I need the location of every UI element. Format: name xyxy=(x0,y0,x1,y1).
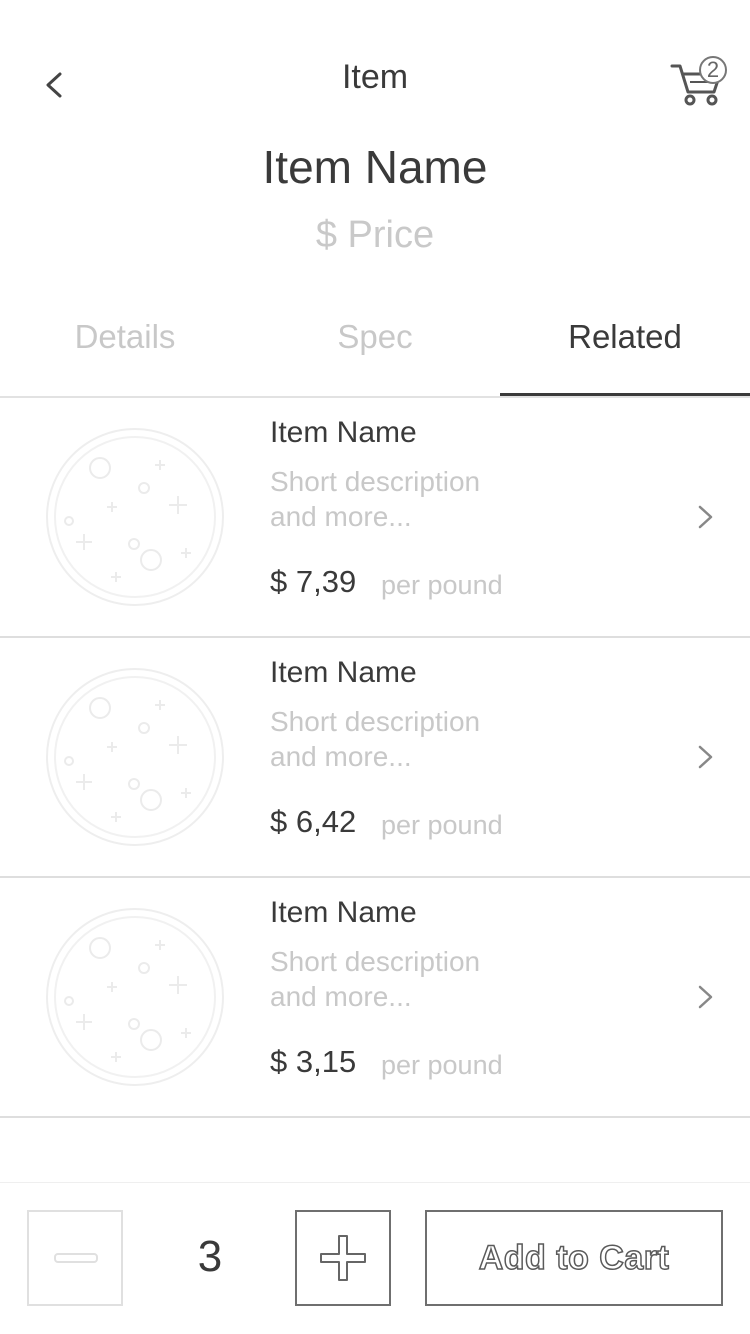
related-item-name: Item Name xyxy=(270,896,417,929)
related-item-name: Item Name xyxy=(270,416,417,449)
list-item[interactable]: Item Name Short description and more... … xyxy=(0,398,750,638)
related-item-name: Item Name xyxy=(270,656,417,689)
related-item-unit: per pound xyxy=(381,570,503,600)
related-item-price: $ 6,42 xyxy=(270,804,357,839)
quantity-value: 3 xyxy=(197,1232,223,1281)
related-item-description: Short description and more... xyxy=(270,946,481,1012)
related-item-unit: per pound xyxy=(381,1050,503,1080)
cart-button[interactable]: 2 xyxy=(668,52,732,110)
item-name: Item Name xyxy=(262,141,488,193)
increase-quantity-button[interactable] xyxy=(295,1210,391,1306)
related-item-unit: per pound xyxy=(381,810,503,840)
related-item-price: $ 3,15 xyxy=(270,1044,357,1079)
related-item-description: Short description and more... xyxy=(270,706,481,772)
chevron-right-icon xyxy=(698,985,713,1009)
pizza-icon xyxy=(46,668,224,846)
pizza-icon xyxy=(46,908,224,1086)
list-item[interactable]: Item Name Short description and more... … xyxy=(0,638,750,878)
tab-related[interactable]: Related xyxy=(500,318,750,356)
page-title: Item xyxy=(341,58,409,96)
cart-count-badge: 2 xyxy=(706,57,720,82)
add-to-cart-button[interactable]: Add to Cart xyxy=(425,1210,723,1306)
related-item-description: Short description and more... xyxy=(270,466,481,532)
footer-divider xyxy=(0,1182,750,1183)
item-price: $ Price xyxy=(315,214,435,256)
related-item-price: $ 7,39 xyxy=(270,564,357,599)
chevron-right-icon xyxy=(698,745,713,769)
list-item[interactable]: Item Name Short description and more... … xyxy=(0,878,750,1118)
plus-icon xyxy=(320,1235,366,1281)
active-tab-indicator xyxy=(500,393,750,396)
tab-details[interactable]: Details xyxy=(0,318,250,356)
pizza-icon xyxy=(46,428,224,606)
tab-spec[interactable]: Spec xyxy=(250,318,500,356)
minus-icon xyxy=(54,1253,98,1263)
add-to-cart-label: Add to Cart xyxy=(478,1238,670,1278)
chevron-right-icon xyxy=(698,505,713,529)
decrease-quantity-button[interactable] xyxy=(27,1210,123,1306)
